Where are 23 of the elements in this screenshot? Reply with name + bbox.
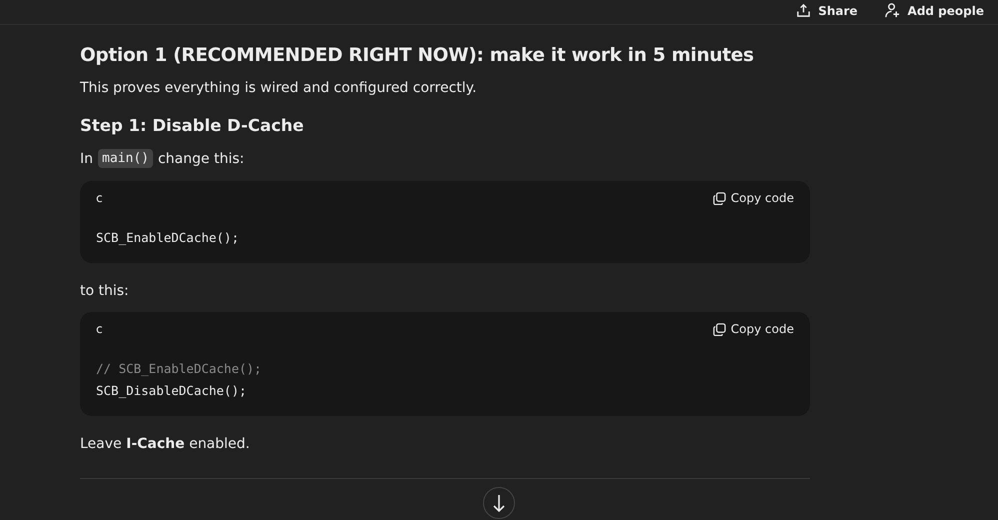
language-label: c <box>96 322 103 336</box>
copy-icon <box>712 322 726 336</box>
paragraph: to this: <box>80 283 130 299</box>
copy-code-button[interactable]: Copy code <box>712 322 794 336</box>
section-heading: Option 1 (RECOMMENDED RIGHT NOW): make it work in 5 minutes <box>80 45 755 66</box>
paragraph: Leave I-Cache enabled. <box>80 436 251 452</box>
code-comment: // SCB_EnableDCache(); <box>96 360 263 378</box>
code-line: SCB_EnableDCache(); <box>96 229 240 247</box>
inline-code: main() <box>98 149 153 168</box>
share-icon <box>796 3 812 18</box>
add-person-icon <box>884 3 901 18</box>
share-button[interactable]: Share <box>796 3 858 18</box>
paragraph-text: change this: <box>158 150 244 166</box>
copy-icon <box>712 192 726 204</box>
copy-code-button[interactable]: Copy code <box>712 191 794 205</box>
language-label: c <box>96 191 103 205</box>
arrow-down-icon <box>492 494 506 512</box>
scroll-down-button[interactable] <box>483 487 515 519</box>
step-heading: Step 1: Disable D-Cache <box>80 116 305 135</box>
code-line: SCB_DisableDCache(); <box>96 382 248 400</box>
paragraph-text: In <box>80 150 94 166</box>
paragraph: This proves everything is wired and configured correctly. <box>80 80 478 96</box>
add-people-button[interactable]: Add people <box>884 3 984 18</box>
